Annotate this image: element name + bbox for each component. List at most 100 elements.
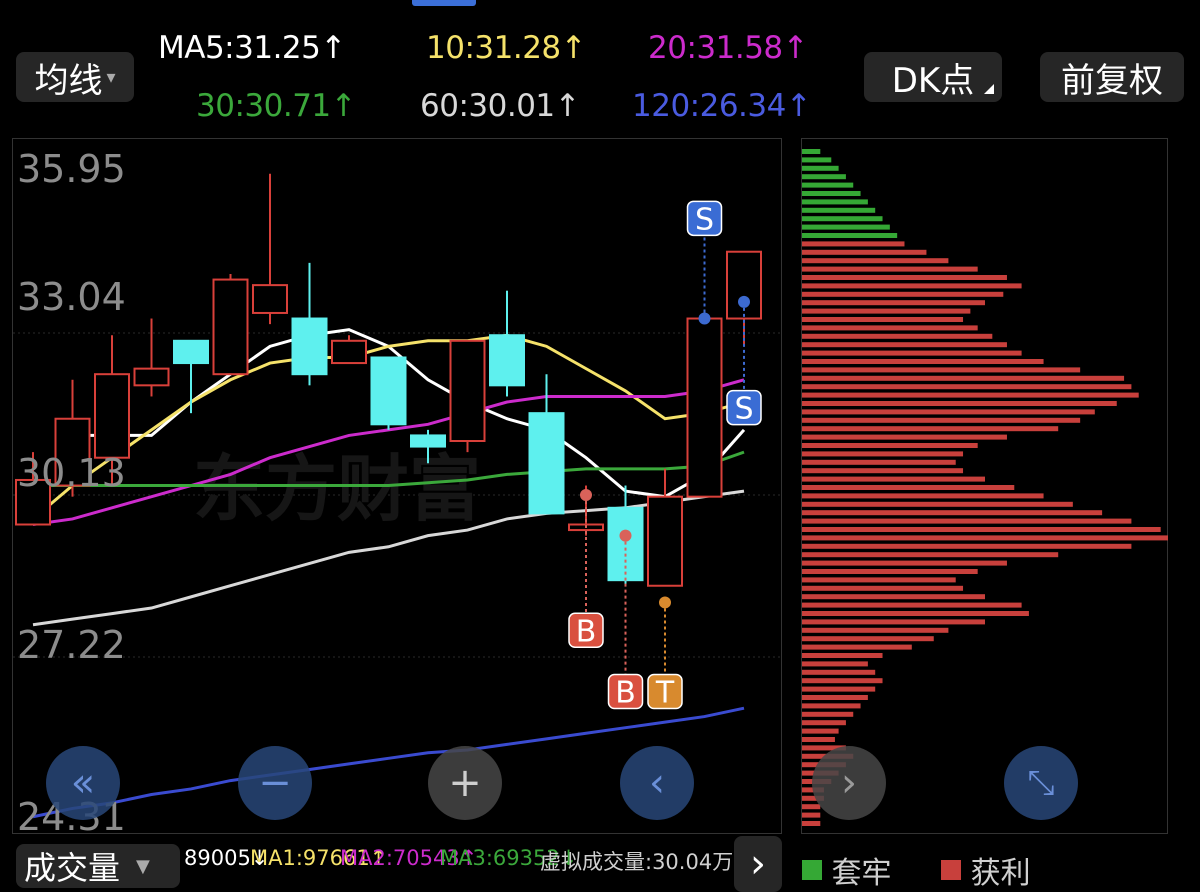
chip-bar-profit bbox=[802, 359, 1044, 364]
candle bbox=[370, 356, 407, 430]
prev-button[interactable]: ‹ bbox=[620, 746, 694, 820]
chip-bar-profit bbox=[802, 258, 949, 264]
legend-label-trapped: 套牢 bbox=[831, 856, 892, 891]
chip-bar-profit bbox=[802, 518, 1132, 524]
chip-bar-profit bbox=[802, 291, 1004, 297]
chevron-right-icon: › bbox=[750, 841, 766, 887]
chip-bar-profit bbox=[802, 476, 985, 482]
chip-bar-trapped bbox=[802, 207, 876, 213]
chip-distribution-chart bbox=[802, 149, 1168, 826]
chip-bar-profit bbox=[802, 653, 883, 658]
signal-label: S bbox=[734, 392, 753, 427]
chip-bar-profit bbox=[802, 342, 1007, 348]
chip-bar-profit bbox=[802, 409, 1095, 415]
rewind-button[interactable]: « bbox=[46, 746, 120, 820]
chip-bar-profit bbox=[802, 510, 1103, 516]
candle bbox=[489, 290, 525, 397]
chip-distribution-panel bbox=[801, 138, 1168, 834]
chip-bar-profit bbox=[802, 644, 912, 650]
chip-bar-profit bbox=[802, 350, 1022, 356]
chevron-right-icon: › bbox=[841, 760, 857, 806]
ma-selector-button[interactable]: 均线 ▾ bbox=[16, 52, 134, 102]
chip-bar-trapped bbox=[802, 224, 890, 230]
volume-selector-label: 成交量 bbox=[24, 849, 121, 887]
chip-bar-profit bbox=[802, 241, 905, 247]
legend-label-profit: 获利 bbox=[970, 856, 1031, 891]
kline-chart: 东方财富 BB TSS bbox=[13, 173, 783, 819]
y-tick-label: 27.22 bbox=[17, 623, 126, 667]
chip-bar-profit bbox=[802, 737, 835, 742]
chip-bar-trapped bbox=[802, 216, 883, 222]
chip-bar-trapped bbox=[802, 174, 846, 180]
chip-bar-profit bbox=[802, 611, 1029, 616]
chip-bar-trapped bbox=[802, 149, 821, 154]
candle bbox=[212, 273, 249, 376]
forward-adjust-button[interactable]: 前复权 bbox=[1040, 52, 1184, 102]
chip-bar-profit bbox=[802, 459, 956, 465]
signal-buy: B bbox=[568, 489, 604, 649]
chip-bar-profit bbox=[802, 493, 1044, 499]
expand-button[interactable]: ⤡ bbox=[1004, 746, 1078, 820]
ma60-value: 60:30.01↑ bbox=[420, 88, 581, 124]
chip-bar-profit bbox=[802, 375, 1125, 381]
zoom-in-button[interactable]: + bbox=[428, 746, 502, 820]
watermark: 东方财富 bbox=[193, 447, 481, 531]
double-chevron-left-icon: « bbox=[70, 760, 96, 806]
kline-chart-panel[interactable]: 东方财富 BBTSS 35.95 33.04 30.13 27.22 24.31 bbox=[12, 138, 783, 839]
chip-bar-profit bbox=[802, 367, 1081, 373]
chip-bar-profit bbox=[802, 577, 956, 583]
chip-bar-profit bbox=[802, 527, 1161, 532]
up-arrow-icon: ↑ bbox=[560, 30, 587, 66]
chevron-left-icon: ‹ bbox=[649, 760, 665, 806]
up-arrow-icon: ↑ bbox=[785, 88, 812, 124]
candle bbox=[252, 173, 288, 325]
signal-dot bbox=[580, 489, 592, 501]
chip-bar-profit bbox=[802, 266, 978, 272]
signal-dot bbox=[659, 596, 671, 609]
dk-point-label: DK点 bbox=[891, 60, 975, 101]
chip-bar-profit bbox=[802, 728, 839, 734]
legend-swatch-profit bbox=[941, 860, 962, 880]
legend-swatch-trapped bbox=[802, 860, 822, 880]
chip-bar-profit bbox=[802, 695, 868, 700]
chip-bar-profit bbox=[802, 711, 854, 717]
up-arrow-icon: ↑ bbox=[330, 88, 357, 124]
forward-adjust-label: 前复权 bbox=[1061, 60, 1163, 101]
chip-bar-profit bbox=[802, 812, 821, 818]
next-button[interactable]: › bbox=[812, 746, 886, 820]
y-tick-label: 30.13 bbox=[17, 451, 126, 495]
chip-bar-trapped bbox=[802, 191, 861, 196]
chevron-down-icon: ▾ bbox=[106, 66, 116, 88]
chip-bar-trapped bbox=[802, 157, 832, 163]
up-arrow-icon: ↑ bbox=[782, 30, 809, 66]
chip-bar-trapped bbox=[802, 165, 839, 171]
ma20-value: 20:31.58↑ bbox=[648, 30, 809, 66]
chip-bar-profit bbox=[802, 249, 927, 255]
chip-bar-profit bbox=[802, 468, 964, 474]
candle bbox=[173, 339, 209, 414]
volume-selector-button[interactable]: 成交量 ▼ bbox=[16, 844, 180, 888]
signal-label: B bbox=[576, 614, 597, 649]
chip-legend: 套牢 获利 bbox=[802, 848, 1031, 892]
plus-icon: + bbox=[448, 760, 482, 806]
chip-bar-profit bbox=[802, 384, 1132, 390]
chip-bar-profit bbox=[802, 325, 978, 331]
chip-bar-profit bbox=[802, 720, 846, 726]
dk-point-button[interactable]: DK点 bbox=[864, 52, 1002, 102]
chip-bar-profit bbox=[802, 275, 1007, 280]
chip-bar-profit bbox=[802, 501, 1073, 507]
chip-bar-profit bbox=[802, 661, 868, 667]
zoom-out-button[interactable]: − bbox=[238, 746, 312, 820]
chip-bar-profit bbox=[802, 560, 1007, 566]
page-indicator bbox=[412, 0, 476, 6]
chip-bar-profit bbox=[802, 585, 964, 591]
candle bbox=[449, 339, 486, 453]
chip-bar-profit bbox=[802, 619, 985, 625]
signal-dot bbox=[619, 529, 632, 542]
chip-bar-profit bbox=[802, 392, 1139, 398]
chip-bar-profit bbox=[802, 317, 964, 322]
chip-bar-trapped bbox=[802, 182, 854, 188]
signal-label: T bbox=[655, 676, 675, 711]
chip-bar-profit bbox=[802, 627, 949, 633]
chip-bar-profit bbox=[802, 569, 978, 574]
